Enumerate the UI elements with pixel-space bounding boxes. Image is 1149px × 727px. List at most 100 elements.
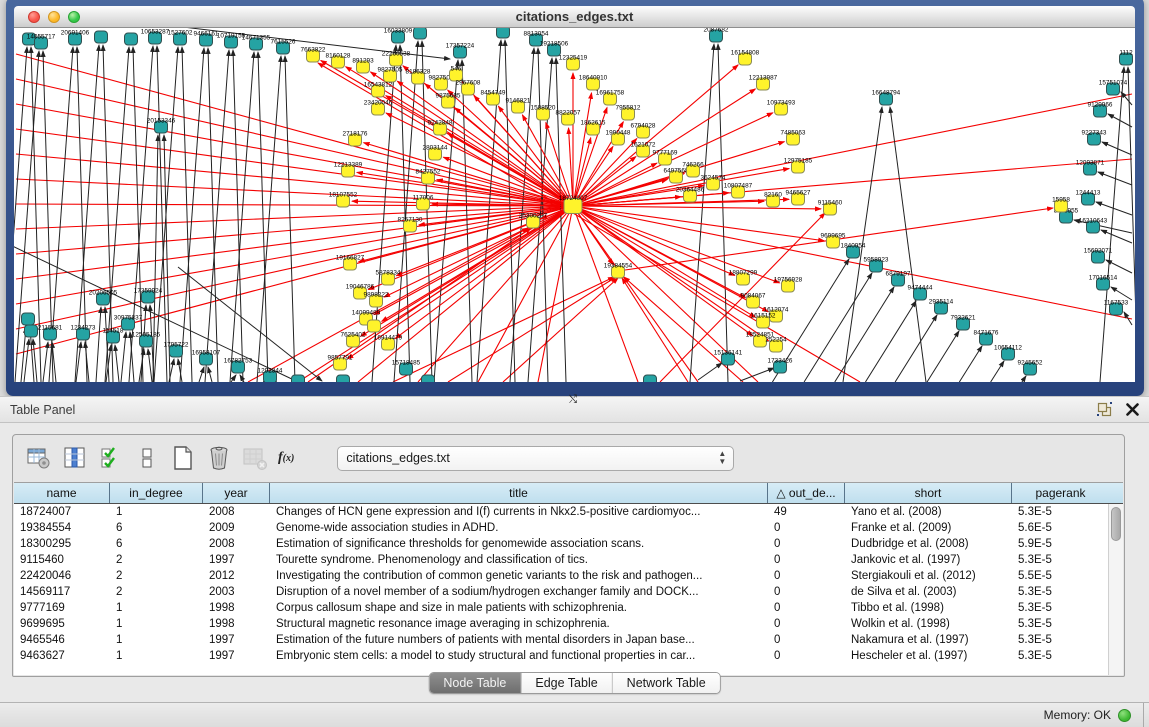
- graph-node[interactable]: 2935114: [929, 299, 954, 315]
- graph-node[interactable]: 16914479: [374, 335, 403, 351]
- graph-node[interactable]: 10653287: [141, 29, 170, 45]
- graph-node[interactable]: 12325419: [559, 55, 588, 71]
- graph-node[interactable]: 16648794: [872, 90, 901, 106]
- table-body[interactable]: 1872400712008Changes of HCN gene express…: [14, 504, 1123, 664]
- table-cell[interactable]: Structural magnetic resonance image aver…: [270, 616, 768, 632]
- table-cell[interactable]: 1: [110, 648, 203, 664]
- graph-node[interactable]: [22, 313, 35, 325]
- graph-node[interactable]: 9898222: [364, 292, 389, 308]
- table-row[interactable]: 946554611997Estimation of the future num…: [14, 632, 1123, 648]
- table-cell[interactable]: 1997: [203, 632, 270, 648]
- table-cell[interactable]: 1998: [203, 600, 270, 616]
- graph-node[interactable]: 1733426: [768, 358, 793, 374]
- table-row[interactable]: 1938455462009Genome-wide association stu…: [14, 520, 1123, 536]
- float-panel-icon[interactable]: [1097, 402, 1112, 417]
- table-cell[interactable]: 1: [110, 504, 203, 520]
- column-header-title[interactable]: title: [270, 483, 768, 503]
- table-cell[interactable]: 49: [768, 504, 845, 520]
- table-cell[interactable]: 2012: [203, 568, 270, 584]
- table-cell[interactable]: 2003: [203, 584, 270, 600]
- graph-node[interactable]: 891293: [352, 58, 374, 74]
- graph-node[interactable]: 1990448: [606, 130, 631, 146]
- graph-node[interactable]: 20206505: [89, 290, 118, 306]
- graph-node[interactable]: 7485063: [781, 130, 806, 146]
- graph-node[interactable]: 15718485: [392, 360, 421, 376]
- table-cell[interactable]: 2: [110, 568, 203, 584]
- table-cell[interactable]: 5.3E-5: [1012, 632, 1109, 648]
- table-cell[interactable]: 2: [110, 552, 203, 568]
- table-cell[interactable]: 6: [110, 536, 203, 552]
- table-cell[interactable]: 0: [768, 616, 845, 632]
- table-cell[interactable]: 1: [110, 632, 203, 648]
- table-cell[interactable]: 0: [768, 632, 845, 648]
- table-settings-icon[interactable]: [26, 445, 52, 471]
- graph-node[interactable]: 9466161: [194, 31, 219, 47]
- graph-node[interactable]: 114518: [103, 328, 124, 344]
- graph-node[interactable]: 12213987: [749, 75, 778, 91]
- delete-columns-icon[interactable]: [206, 445, 232, 471]
- graph-node[interactable]: 6497568: [664, 168, 689, 184]
- graph-node[interactable]: 20364486: [676, 187, 705, 203]
- table-cell[interactable]: 18300295: [14, 536, 110, 552]
- graph-node[interactable]: 252254: [765, 337, 787, 353]
- graph-node[interactable]: 1795722: [164, 342, 189, 358]
- close-panel-icon[interactable]: [1126, 403, 1139, 416]
- table-row[interactable]: 977716911998Corpus callosum shape and si…: [14, 600, 1123, 616]
- graph-node[interactable]: 12213389: [334, 162, 363, 178]
- table-cell[interactable]: 19384554: [14, 520, 110, 536]
- graph-node[interactable]: 7615526: [271, 39, 296, 55]
- table-cell[interactable]: 5.3E-5: [1012, 504, 1109, 520]
- memory-status-icon[interactable]: [1118, 709, 1131, 722]
- graph-node[interactable]: 18640910: [579, 75, 608, 91]
- table-cell[interactable]: Nakamura et al. (1997): [845, 632, 1012, 648]
- table-cell[interactable]: Embryonic stem cells: a model to study s…: [270, 648, 768, 664]
- table-cell[interactable]: Corpus callosum shape and size in male p…: [270, 600, 768, 616]
- graph-node[interactable]: 17016514: [1089, 275, 1118, 291]
- graph-node[interactable]: 14671355: [242, 35, 271, 51]
- table-selector-dropdown[interactable]: citations_edges.txt ▲▼: [337, 446, 734, 471]
- table-cell[interactable]: 5.3E-5: [1012, 648, 1109, 664]
- graph-node[interactable]: 15958: [1052, 197, 1070, 213]
- tab-edge-table[interactable]: Edge Table: [521, 673, 612, 693]
- table-cell[interactable]: de Silva et al. (2003): [845, 584, 1012, 600]
- table-cell[interactable]: 0: [768, 536, 845, 552]
- table-cell[interactable]: Estimation of the future numbers of pati…: [270, 632, 768, 648]
- table-cell[interactable]: Jankovic et al. (1997): [845, 552, 1012, 568]
- table-cell[interactable]: 0: [768, 552, 845, 568]
- table-row[interactable]: 1456911722003Disruption of a novel membe…: [14, 584, 1123, 600]
- graph-node[interactable]: [25, 325, 38, 337]
- table-cell[interactable]: Franke et al. (2009): [845, 520, 1012, 536]
- table-cell[interactable]: Yano et al. (2008): [845, 504, 1012, 520]
- graph-node[interactable]: 7663822: [301, 47, 326, 63]
- network-window-titlebar[interactable]: citations_edges.txt: [14, 6, 1135, 28]
- graph-node[interactable]: 7955812: [616, 105, 641, 121]
- graph-node[interactable]: 8471676: [974, 330, 999, 346]
- tab-node-table[interactable]: Node Table: [429, 673, 521, 693]
- graph-node[interactable]: 22260538: [382, 51, 411, 67]
- graph-node[interactable]: [422, 375, 435, 382]
- graph-node[interactable]: 7932621: [951, 315, 976, 331]
- graph-node[interactable]: 82160: [764, 192, 782, 208]
- table-cell[interactable]: 0: [768, 584, 845, 600]
- graph-node[interactable]: [292, 375, 305, 382]
- column-header-in_degree[interactable]: in_degree: [110, 483, 203, 503]
- graph-node[interactable]: 9875685: [436, 93, 461, 109]
- graph-node[interactable]: [644, 375, 657, 382]
- table-cell[interactable]: 9777169: [14, 600, 110, 616]
- table-cell[interactable]: 0: [768, 648, 845, 664]
- table-cell[interactable]: Hescheler et al. (1997): [845, 648, 1012, 664]
- graph-node[interactable]: 1112: [1119, 50, 1133, 66]
- table-cell[interactable]: 5.3E-5: [1012, 616, 1109, 632]
- table-row[interactable]: 1830029562008Estimation of significance …: [14, 536, 1123, 552]
- graph-node[interactable]: 16154808: [731, 50, 760, 66]
- graph-node[interactable]: 9777169: [653, 150, 678, 166]
- graph-node[interactable]: 17359924: [134, 288, 163, 304]
- graph-node[interactable]: 9115460: [818, 200, 843, 216]
- graph-node[interactable]: 1862615: [581, 120, 606, 136]
- graph-node[interactable]: 9857791: [328, 355, 353, 371]
- table-row[interactable]: 911546021997Tourette syndrome. Phenomeno…: [14, 552, 1123, 568]
- table-cell[interactable]: Tibbo et al. (1998): [845, 600, 1012, 616]
- table-cell[interactable]: 5.6E-5: [1012, 520, 1109, 536]
- table-header-row[interactable]: namein_degreeyeartitle△ out_de...shortpa…: [14, 483, 1123, 504]
- table-cell[interactable]: 2: [110, 584, 203, 600]
